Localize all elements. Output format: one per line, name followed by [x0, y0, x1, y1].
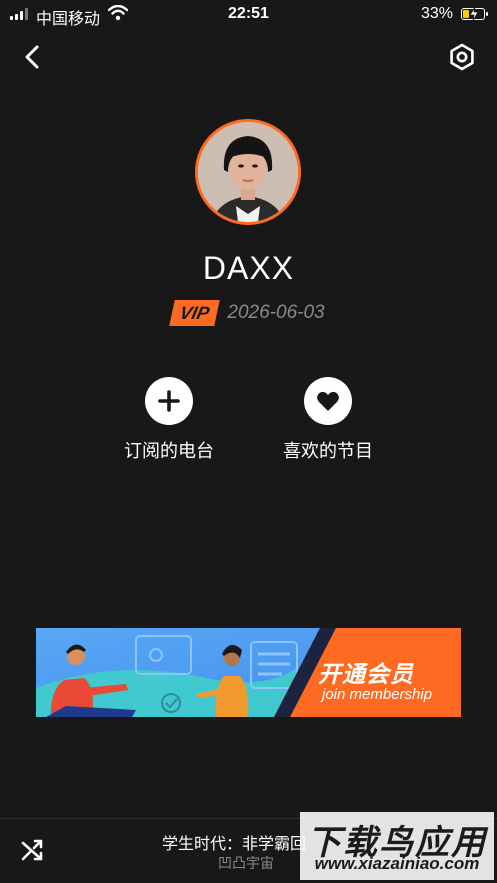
settings-button[interactable]	[445, 40, 479, 74]
banner-subtitle: join membership	[322, 686, 433, 703]
liked-programs-button[interactable]: 喜欢的节目	[258, 377, 398, 463]
banner-title: 开通会员	[318, 661, 414, 687]
now-playing-artist: 凹凸宇宙	[218, 855, 274, 871]
now-playing-title[interactable]: 学生时代：非学霸回	[162, 830, 306, 854]
chevron-left-icon	[25, 45, 39, 69]
plus-icon-circle	[145, 377, 193, 425]
heart-icon	[317, 391, 339, 411]
plus-icon	[158, 390, 180, 412]
charging-bolt-icon	[469, 7, 479, 21]
battery-icon	[461, 7, 488, 21]
watermark-url: www.xiazainiao.com	[314, 854, 480, 873]
heart-icon-circle	[304, 377, 352, 425]
vip-badge: VIP	[169, 300, 221, 326]
subscribed-stations-label: 订阅的电台	[124, 441, 214, 461]
shuffle-icon	[21, 839, 43, 861]
watermark: 下载鸟应用 www.xiazainiao.com	[300, 812, 494, 880]
hexagon-gear-icon	[450, 43, 474, 71]
vip-row: VIP 2026-06-03	[0, 300, 497, 326]
liked-programs-label: 喜欢的节目	[283, 441, 373, 461]
subscribed-stations-button[interactable]: 订阅的电台	[99, 377, 239, 463]
username: DAXX	[202, 250, 295, 286]
vip-expiry-date: 2026-06-03	[227, 302, 325, 323]
status-bar: 中国移动 22:51 33%	[0, 0, 497, 30]
shuffle-button[interactable]	[20, 838, 46, 864]
avatar-portrait-image	[198, 122, 298, 222]
back-button[interactable]	[16, 40, 50, 74]
avatar[interactable]	[195, 119, 301, 225]
battery-percent: 33%	[420, 5, 453, 22]
